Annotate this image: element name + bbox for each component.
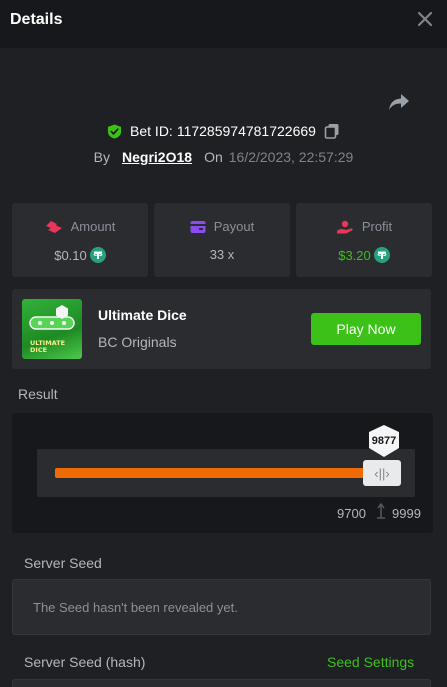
tether-icon <box>89 247 106 263</box>
payout-value: 33 x <box>209 247 235 262</box>
by-label: By <box>93 149 111 165</box>
server-seed-box: The Seed hasn't been revealed yet. <box>12 579 431 635</box>
amount-label: Amount <box>70 219 116 234</box>
bet-id-label: Bet ID: <box>130 123 173 139</box>
result-track: ‹||› <box>37 449 415 497</box>
copy-icon[interactable] <box>324 123 340 139</box>
game-card: ULTIMATE DICE Ultimate Dice BC Originals… <box>12 289 431 369</box>
result-panel: ‹||› 9877 9700 9999 <box>12 413 433 533</box>
seed-settings-link[interactable]: Seed Settings <box>327 654 414 670</box>
server-seed-hash-label: Server Seed (hash) <box>24 654 146 670</box>
profit-value: $3.20 <box>338 247 371 263</box>
range-min: 9700 <box>337 506 366 521</box>
payout-icon <box>190 220 206 233</box>
on-label: On <box>204 149 223 165</box>
shield-check-icon <box>107 123 122 139</box>
page-title: Details <box>10 11 63 28</box>
amount-icon <box>45 220 62 233</box>
profit-icon <box>336 220 353 233</box>
payout-label: Payout <box>213 219 255 234</box>
dice-logo-icon: ULTIMATE DICE <box>29 305 75 354</box>
range-max: 9999 <box>392 506 421 521</box>
close-icon[interactable] <box>416 10 434 28</box>
amount-value: $0.10 <box>54 247 87 263</box>
game-name[interactable]: Ultimate Dice <box>98 307 187 323</box>
bet-timestamp: 16/2/2023, 22:57:29 <box>228 149 354 165</box>
server-seed-label: Server Seed <box>24 555 102 571</box>
username-link[interactable]: Negri2O18 <box>122 149 192 165</box>
server-seed-text: The Seed hasn't been revealed yet. <box>33 600 238 615</box>
result-slider-handle: ‹||› <box>363 460 401 486</box>
amount-stat: Amount $0.10 <box>12 203 148 277</box>
result-bar-fill <box>55 468 371 478</box>
tether-icon <box>373 247 390 263</box>
bet-id-row: Bet ID: 117285974781722669 <box>0 120 447 142</box>
server-seed-hash-box <box>12 679 431 687</box>
game-thumbnail[interactable]: ULTIMATE DICE <box>22 299 82 359</box>
result-value: 9877 <box>371 435 397 447</box>
range-marker-icon <box>377 502 385 519</box>
svg-text:DICE: DICE <box>30 346 47 354</box>
share-icon[interactable] <box>388 90 410 112</box>
bet-author-row: By Negri2O18 On 16/2/2023, 22:57:29 <box>0 146 447 168</box>
profit-stat: Profit $3.20 <box>296 203 432 277</box>
game-provider: BC Originals <box>98 334 177 350</box>
bet-id-value: 117285974781722669 <box>176 123 316 139</box>
details-header: Details <box>0 0 447 48</box>
result-label: Result <box>18 386 58 402</box>
payout-stat: Payout 33 x <box>154 203 290 277</box>
play-now-button[interactable]: Play Now <box>311 313 421 345</box>
profit-label: Profit <box>361 219 393 234</box>
